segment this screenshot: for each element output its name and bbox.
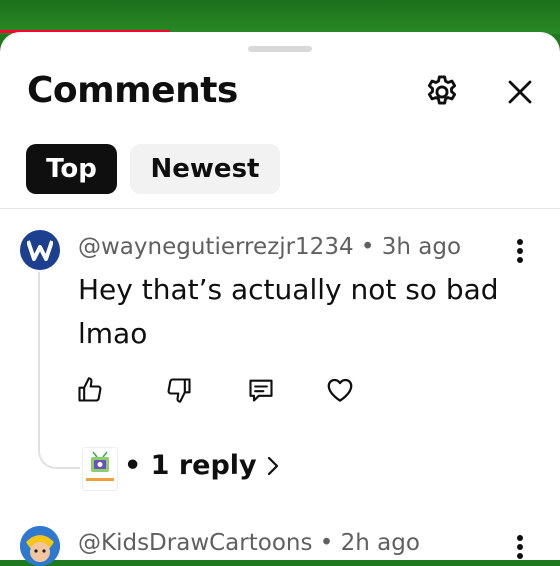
close-button[interactable] [498, 70, 542, 114]
reply-author-avatar[interactable] [82, 447, 118, 491]
comments-title: Comments [27, 70, 238, 111]
replies-count: • 1 reply [124, 450, 257, 481]
more-options-button[interactable] [506, 530, 534, 564]
close-icon [508, 80, 532, 104]
comment-meta[interactable]: @KidsDrawCartoons • 2h ago [78, 530, 420, 556]
video-player-area[interactable] [0, 0, 560, 34]
header-divider [0, 208, 560, 209]
filter-top-chip[interactable]: Top [26, 144, 117, 194]
chevron-right-icon [267, 456, 278, 475]
more-vertical-icon [517, 535, 523, 559]
drag-handle[interactable] [248, 46, 312, 52]
filter-newest-chip[interactable]: Newest [130, 144, 280, 194]
avatar[interactable] [20, 526, 60, 566]
replies-link[interactable]: • 1 reply [124, 450, 281, 481]
w-logo-icon [27, 240, 53, 261]
comment-meta[interactable]: @waynegutierrezjr1234 • 3h ago [78, 234, 461, 260]
more-options-button[interactable] [506, 234, 534, 268]
settings-gear-icon [427, 75, 457, 105]
cartoon-avatar-icon [20, 526, 60, 566]
dislike-button[interactable] [161, 372, 197, 408]
thread-line [38, 272, 80, 469]
like-button[interactable] [72, 372, 108, 408]
heart-icon [327, 378, 353, 402]
avatar[interactable] [20, 230, 60, 270]
more-vertical-icon [517, 239, 523, 263]
kids-tv-logo-icon [86, 451, 114, 481]
heart-button[interactable] [322, 372, 358, 408]
thumbs-down-icon [167, 378, 191, 403]
comment-text: Hey that’s actually not so bad lmao [78, 273, 499, 350]
reply-button[interactable] [243, 372, 279, 408]
reply-icon [249, 379, 273, 402]
settings-button[interactable] [420, 70, 464, 114]
thumbs-up-icon [78, 377, 102, 402]
